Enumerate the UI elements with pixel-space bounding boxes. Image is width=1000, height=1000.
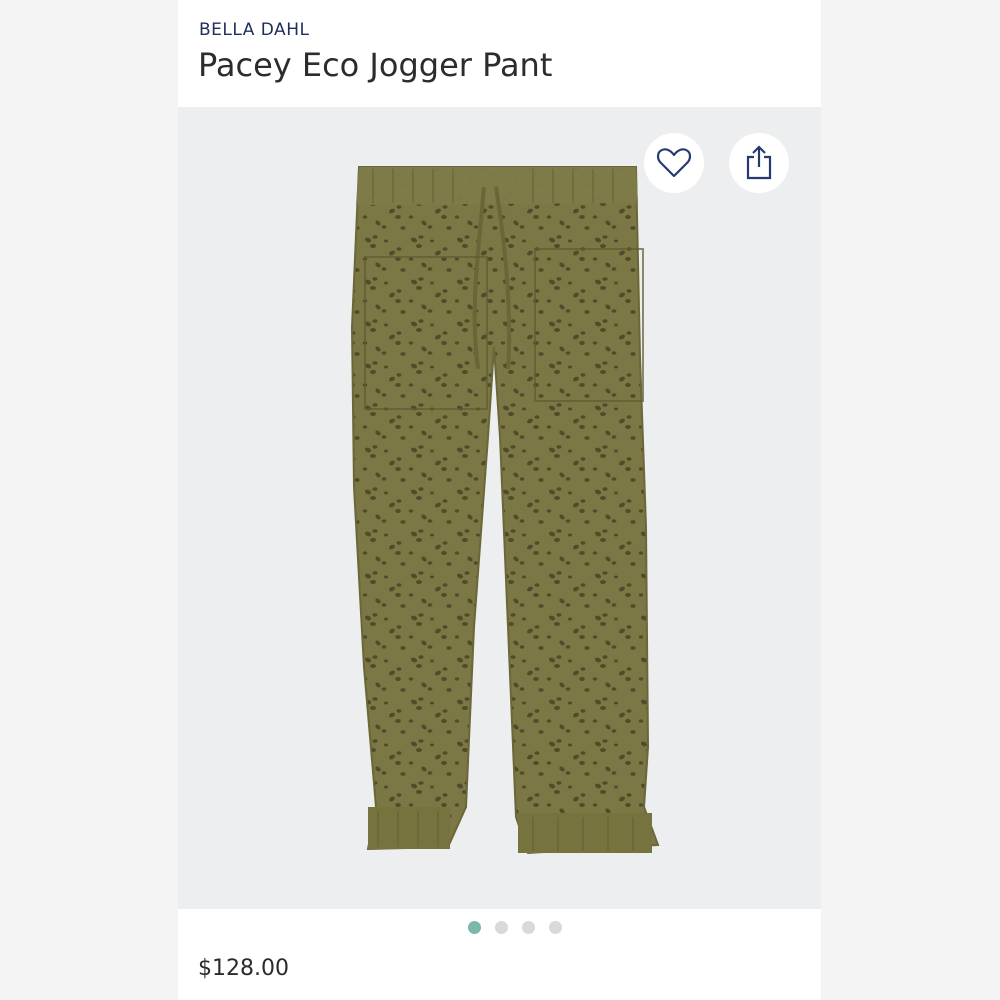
jogger-pants-image bbox=[350, 166, 660, 855]
product-image[interactable] bbox=[178, 107, 821, 909]
carousel-dot-3[interactable] bbox=[521, 921, 535, 934]
carousel-dot-1[interactable] bbox=[467, 921, 481, 934]
carousel-dot-4[interactable] bbox=[548, 921, 562, 934]
heart-icon bbox=[656, 148, 692, 178]
favorite-button[interactable] bbox=[644, 133, 704, 193]
product-title: Pacey Eco Jogger Pant bbox=[198, 46, 553, 84]
left-margin bbox=[0, 0, 178, 1000]
carousel-dots bbox=[178, 921, 821, 937]
right-margin bbox=[821, 0, 1000, 1000]
carousel-dot-2[interactable] bbox=[494, 921, 508, 934]
brand-name[interactable]: BELLA DAHL bbox=[199, 20, 309, 40]
share-button[interactable] bbox=[729, 133, 789, 193]
product-card: BELLA DAHL Pacey Eco Jogger Pant $128.00 bbox=[178, 0, 821, 1000]
product-price: $128.00 bbox=[198, 956, 289, 981]
share-icon bbox=[746, 145, 772, 180]
